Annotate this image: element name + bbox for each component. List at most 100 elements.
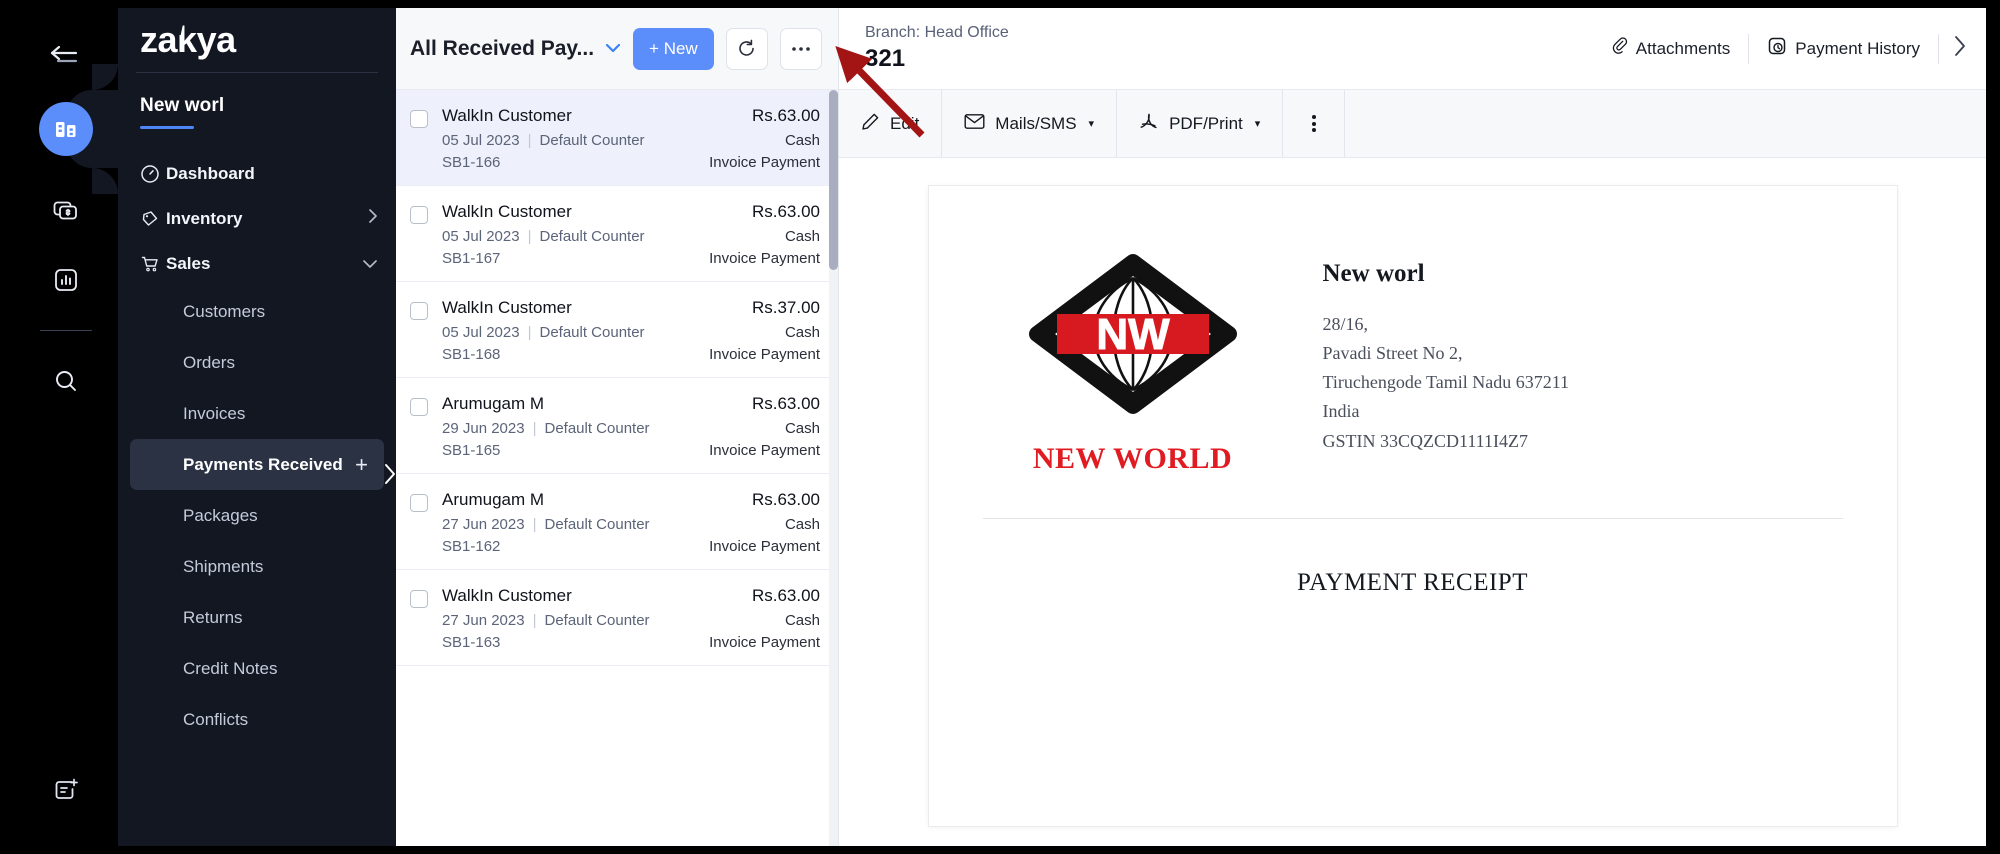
receipt-document: NW NEW WORLD New worl 28/16, Pavadi Stre… bbox=[928, 186, 1897, 826]
row-primary: WalkIn Customer 27 Jun 2023 | Default Count… bbox=[442, 586, 709, 651]
row-payment-type: Invoice Payment bbox=[709, 442, 820, 459]
new-entry-icon[interactable] bbox=[38, 762, 94, 818]
row-meta-divider: | bbox=[532, 612, 537, 629]
caret-down-icon-2[interactable]: ▾ bbox=[1255, 117, 1261, 130]
sidebar-item-conflicts[interactable]: Conflicts bbox=[118, 694, 384, 745]
chevron-down-icon[interactable] bbox=[362, 254, 378, 274]
row-reference: SB1-165 bbox=[442, 442, 501, 459]
row-checkbox[interactable] bbox=[410, 302, 428, 320]
row-payment-type: Invoice Payment bbox=[709, 346, 820, 363]
payment-history-label: Payment History bbox=[1795, 38, 1920, 58]
brand-logo-ya: ya bbox=[196, 19, 237, 60]
nw-diamond-logo-icon: NW bbox=[1028, 254, 1237, 414]
panel-expand-icon[interactable] bbox=[383, 463, 397, 491]
sidebar-item-inventory[interactable]: Inventory bbox=[118, 196, 396, 241]
chevron-right-icon[interactable] bbox=[368, 208, 378, 229]
brand-logo-text: zak ya bbox=[140, 12, 237, 61]
detail-action-bar: Edit Mails/SMS ▾ PDF/Print ▾ bbox=[839, 90, 1986, 158]
row-customer-name: Arumugam M bbox=[442, 394, 545, 413]
payments-list-scroll[interactable]: WalkIn Customer 05 Jul 2023 | Default Count… bbox=[396, 90, 838, 846]
chevron-right-icon[interactable] bbox=[1939, 35, 1976, 63]
sidebar-item-packages[interactable]: Packages bbox=[118, 490, 384, 541]
sidebar-item-inventory-label: Inventory bbox=[166, 208, 243, 228]
attachments-button[interactable]: Attachments bbox=[1593, 36, 1749, 61]
row-primary: WalkIn Customer 05 Jul 2023 | Default Count… bbox=[442, 298, 709, 363]
sidebar-item-shipments[interactable]: Shipments bbox=[118, 541, 384, 592]
more-vertical-icon[interactable] bbox=[1283, 90, 1346, 157]
row-checkbox[interactable] bbox=[410, 206, 428, 224]
sidebar-item-payments-received[interactable]: Payments Received + bbox=[130, 439, 384, 490]
row-date: 05 Jul 2023 bbox=[442, 132, 520, 149]
table-row[interactable]: Arumugam M 29 Jun 2023 | Default Counter SB1… bbox=[396, 378, 838, 474]
row-meta: 29 Jun 2023 | Default Counter bbox=[442, 420, 709, 437]
row-secondary: Rs.63.00 Cash Invoice Payment bbox=[709, 490, 820, 555]
reports-bar-chart-icon[interactable] bbox=[38, 252, 94, 308]
list-scrollbar-thumb[interactable] bbox=[829, 90, 838, 270]
row-secondary: Rs.63.00 Cash Invoice Payment bbox=[709, 106, 820, 171]
money-bills-icon[interactable] bbox=[38, 182, 94, 238]
envelope-icon bbox=[964, 113, 985, 135]
row-meta-divider: | bbox=[532, 516, 537, 533]
table-row[interactable]: WalkIn Customer 05 Jul 2023 | Default Count… bbox=[396, 282, 838, 378]
table-row[interactable]: WalkIn Customer 27 Jun 2023 | Default Count… bbox=[396, 570, 838, 666]
row-checkbox[interactable] bbox=[410, 494, 428, 512]
sidebar-item-credit-notes[interactable]: Credit Notes bbox=[118, 643, 384, 694]
row-reference: SB1-167 bbox=[442, 250, 501, 267]
sidebar-item-sales-label: Sales bbox=[166, 253, 211, 273]
company-address-line-4: India bbox=[1322, 401, 1360, 422]
row-checkbox[interactable] bbox=[410, 398, 428, 416]
new-payment-button[interactable]: + New bbox=[633, 27, 714, 70]
row-reference: SB1-168 bbox=[442, 346, 501, 363]
row-amount: Rs.63.00 bbox=[751, 202, 820, 221]
table-row[interactable]: Arumugam M 27 Jun 2023 | Default Counter SB1… bbox=[396, 474, 838, 570]
row-amount: Rs.63.00 bbox=[751, 394, 820, 413]
row-checkbox[interactable] bbox=[410, 110, 428, 128]
row-payment-mode: Cash bbox=[784, 228, 820, 245]
sidebar-item-returns[interactable]: Returns bbox=[118, 592, 384, 643]
payment-detail-panel: Branch: Head Office 321 Attachments Paym… bbox=[835, 8, 1986, 846]
chevron-down-icon[interactable] bbox=[605, 40, 621, 57]
sidebar-item-dashboard[interactable]: Dashboard bbox=[118, 151, 396, 196]
branch-label: Branch: Head Office bbox=[865, 24, 1009, 41]
row-counter: Default Counter bbox=[539, 132, 645, 149]
more-horizontal-icon[interactable] bbox=[779, 27, 822, 70]
row-secondary: Rs.63.00 Cash Invoice Payment bbox=[709, 586, 820, 651]
sidebar-item-orders[interactable]: Orders bbox=[118, 337, 384, 388]
sidebar-item-sales[interactable]: Sales bbox=[118, 241, 396, 286]
row-meta: 27 Jun 2023 | Default Counter bbox=[442, 612, 709, 629]
workspace-underline bbox=[140, 126, 194, 129]
org-building-icon[interactable] bbox=[39, 102, 93, 156]
sidebar-item-conflicts-label: Conflicts bbox=[183, 709, 249, 729]
pencil-icon bbox=[861, 112, 880, 136]
refresh-icon[interactable] bbox=[725, 27, 768, 70]
sidebar-item-customers[interactable]: Customers bbox=[118, 286, 384, 337]
sidebar-item-invoices[interactable]: Invoices bbox=[118, 388, 384, 439]
list-scrollbar-track[interactable] bbox=[829, 90, 838, 846]
sidebar-nav: Dashboard Inventory Sales Customers Orde… bbox=[118, 151, 396, 745]
table-row[interactable]: WalkIn Customer 05 Jul 2023 | Default Count… bbox=[396, 186, 838, 282]
more-dots-group bbox=[1311, 113, 1316, 135]
caret-down-icon[interactable]: ▾ bbox=[1089, 117, 1095, 130]
add-payment-icon[interactable]: + bbox=[355, 452, 368, 478]
row-payment-type: Invoice Payment bbox=[709, 250, 820, 267]
table-row[interactable]: WalkIn Customer 05 Jul 2023 | Default Count… bbox=[396, 90, 838, 186]
row-customer-name: Arumugam M bbox=[442, 490, 545, 509]
row-primary: Arumugam M 29 Jun 2023 | Default Counter SB1… bbox=[442, 394, 709, 459]
edit-button[interactable]: Edit bbox=[839, 90, 943, 157]
collapse-left-icon[interactable] bbox=[41, 34, 91, 78]
app-window: zak ya New worl Dashboard Inventory Sale… bbox=[14, 8, 1986, 846]
search-icon[interactable] bbox=[38, 353, 94, 409]
payment-history-button[interactable]: Payment History bbox=[1749, 36, 1938, 61]
pdf-print-button[interactable]: PDF/Print ▾ bbox=[1117, 90, 1284, 157]
row-secondary: Rs.63.00 Cash Invoice Payment bbox=[709, 202, 820, 267]
row-checkbox[interactable] bbox=[410, 590, 428, 608]
sidebar-item-orders-label: Orders bbox=[183, 352, 235, 372]
row-primary: WalkIn Customer 05 Jul 2023 | Default Count… bbox=[442, 202, 709, 267]
workspace-block[interactable]: New worl bbox=[118, 73, 396, 129]
mails-sms-button[interactable]: Mails/SMS ▾ bbox=[942, 90, 1118, 157]
sidebar-item-shipments-label: Shipments bbox=[183, 556, 264, 576]
mails-sms-label: Mails/SMS bbox=[995, 113, 1077, 133]
brand-logo[interactable]: zak ya bbox=[118, 8, 396, 72]
rail-item-organization[interactable] bbox=[14, 64, 118, 194]
list-filter-dropdown[interactable]: All Received Pay... bbox=[410, 37, 621, 61]
